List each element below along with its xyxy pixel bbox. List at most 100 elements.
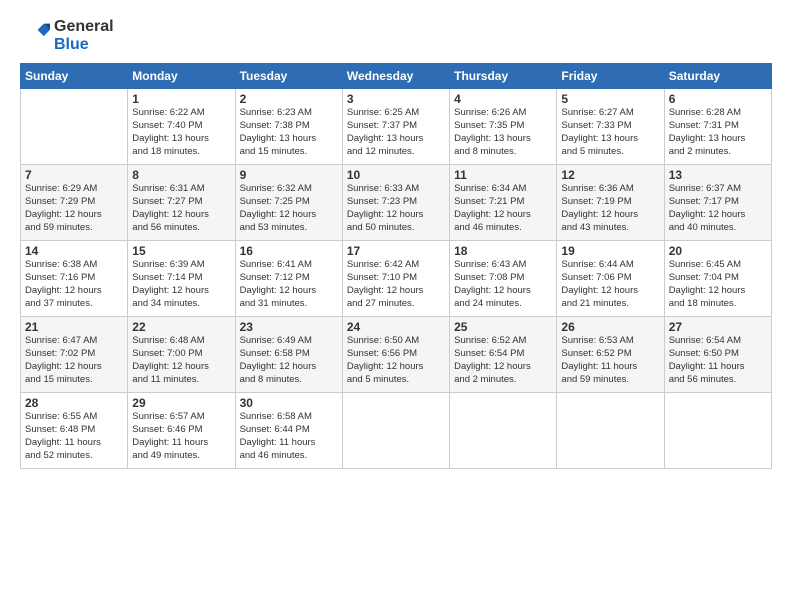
table-row: 8Sunrise: 6:31 AM Sunset: 7:27 PM Daylig… bbox=[128, 165, 235, 241]
day-number: 16 bbox=[240, 244, 338, 258]
table-row: 14Sunrise: 6:38 AM Sunset: 7:16 PM Dayli… bbox=[21, 241, 128, 317]
day-info: Sunrise: 6:31 AM Sunset: 7:27 PM Dayligh… bbox=[132, 183, 230, 234]
day-number: 27 bbox=[669, 320, 767, 334]
day-number: 4 bbox=[454, 92, 552, 106]
day-number: 3 bbox=[347, 92, 445, 106]
table-row: 4Sunrise: 6:26 AM Sunset: 7:35 PM Daylig… bbox=[450, 89, 557, 165]
day-info: Sunrise: 6:50 AM Sunset: 6:56 PM Dayligh… bbox=[347, 335, 445, 386]
day-number: 23 bbox=[240, 320, 338, 334]
day-number: 14 bbox=[25, 244, 123, 258]
table-row bbox=[450, 393, 557, 469]
day-number: 7 bbox=[25, 168, 123, 182]
table-row: 28Sunrise: 6:55 AM Sunset: 6:48 PM Dayli… bbox=[21, 393, 128, 469]
day-info: Sunrise: 6:52 AM Sunset: 6:54 PM Dayligh… bbox=[454, 335, 552, 386]
day-number: 18 bbox=[454, 244, 552, 258]
table-row: 17Sunrise: 6:42 AM Sunset: 7:10 PM Dayli… bbox=[342, 241, 449, 317]
table-row: 20Sunrise: 6:45 AM Sunset: 7:04 PM Dayli… bbox=[664, 241, 771, 317]
table-row: 21Sunrise: 6:47 AM Sunset: 7:02 PM Dayli… bbox=[21, 317, 128, 393]
day-number: 26 bbox=[561, 320, 659, 334]
day-info: Sunrise: 6:23 AM Sunset: 7:38 PM Dayligh… bbox=[240, 107, 338, 158]
col-monday: Monday bbox=[128, 64, 235, 89]
table-row: 12Sunrise: 6:36 AM Sunset: 7:19 PM Dayli… bbox=[557, 165, 664, 241]
day-info: Sunrise: 6:27 AM Sunset: 7:33 PM Dayligh… bbox=[561, 107, 659, 158]
calendar-week-row: 21Sunrise: 6:47 AM Sunset: 7:02 PM Dayli… bbox=[21, 317, 772, 393]
day-number: 19 bbox=[561, 244, 659, 258]
day-number: 22 bbox=[132, 320, 230, 334]
day-info: Sunrise: 6:33 AM Sunset: 7:23 PM Dayligh… bbox=[347, 183, 445, 234]
logo-icon bbox=[22, 19, 50, 47]
table-row bbox=[557, 393, 664, 469]
day-number: 10 bbox=[347, 168, 445, 182]
page: General Blue Sunday Monday Tuesday Wedne… bbox=[0, 0, 792, 612]
col-wednesday: Wednesday bbox=[342, 64, 449, 89]
day-number: 1 bbox=[132, 92, 230, 106]
logo-general: General bbox=[54, 18, 114, 35]
day-info: Sunrise: 6:43 AM Sunset: 7:08 PM Dayligh… bbox=[454, 259, 552, 310]
calendar-table: Sunday Monday Tuesday Wednesday Thursday… bbox=[20, 63, 772, 469]
day-number: 2 bbox=[240, 92, 338, 106]
day-info: Sunrise: 6:54 AM Sunset: 6:50 PM Dayligh… bbox=[669, 335, 767, 386]
table-row: 11Sunrise: 6:34 AM Sunset: 7:21 PM Dayli… bbox=[450, 165, 557, 241]
col-friday: Friday bbox=[557, 64, 664, 89]
table-row: 13Sunrise: 6:37 AM Sunset: 7:17 PM Dayli… bbox=[664, 165, 771, 241]
day-info: Sunrise: 6:47 AM Sunset: 7:02 PM Dayligh… bbox=[25, 335, 123, 386]
calendar-week-row: 7Sunrise: 6:29 AM Sunset: 7:29 PM Daylig… bbox=[21, 165, 772, 241]
logo: General Blue bbox=[20, 18, 114, 53]
day-number: 17 bbox=[347, 244, 445, 258]
day-info: Sunrise: 6:28 AM Sunset: 7:31 PM Dayligh… bbox=[669, 107, 767, 158]
day-info: Sunrise: 6:25 AM Sunset: 7:37 PM Dayligh… bbox=[347, 107, 445, 158]
calendar-header-row: Sunday Monday Tuesday Wednesday Thursday… bbox=[21, 64, 772, 89]
logo-blue: Blue bbox=[54, 36, 89, 53]
day-info: Sunrise: 6:55 AM Sunset: 6:48 PM Dayligh… bbox=[25, 411, 123, 462]
day-info: Sunrise: 6:29 AM Sunset: 7:29 PM Dayligh… bbox=[25, 183, 123, 234]
day-info: Sunrise: 6:48 AM Sunset: 7:00 PM Dayligh… bbox=[132, 335, 230, 386]
day-info: Sunrise: 6:57 AM Sunset: 6:46 PM Dayligh… bbox=[132, 411, 230, 462]
day-number: 25 bbox=[454, 320, 552, 334]
table-row: 9Sunrise: 6:32 AM Sunset: 7:25 PM Daylig… bbox=[235, 165, 342, 241]
day-info: Sunrise: 6:53 AM Sunset: 6:52 PM Dayligh… bbox=[561, 335, 659, 386]
day-number: 30 bbox=[240, 396, 338, 410]
day-info: Sunrise: 6:42 AM Sunset: 7:10 PM Dayligh… bbox=[347, 259, 445, 310]
table-row: 29Sunrise: 6:57 AM Sunset: 6:46 PM Dayli… bbox=[128, 393, 235, 469]
col-saturday: Saturday bbox=[664, 64, 771, 89]
day-info: Sunrise: 6:41 AM Sunset: 7:12 PM Dayligh… bbox=[240, 259, 338, 310]
table-row: 24Sunrise: 6:50 AM Sunset: 6:56 PM Dayli… bbox=[342, 317, 449, 393]
table-row: 19Sunrise: 6:44 AM Sunset: 7:06 PM Dayli… bbox=[557, 241, 664, 317]
day-number: 29 bbox=[132, 396, 230, 410]
day-number: 6 bbox=[669, 92, 767, 106]
day-info: Sunrise: 6:44 AM Sunset: 7:06 PM Dayligh… bbox=[561, 259, 659, 310]
table-row: 7Sunrise: 6:29 AM Sunset: 7:29 PM Daylig… bbox=[21, 165, 128, 241]
day-info: Sunrise: 6:58 AM Sunset: 6:44 PM Dayligh… bbox=[240, 411, 338, 462]
day-info: Sunrise: 6:26 AM Sunset: 7:35 PM Dayligh… bbox=[454, 107, 552, 158]
day-number: 13 bbox=[669, 168, 767, 182]
table-row: 22Sunrise: 6:48 AM Sunset: 7:00 PM Dayli… bbox=[128, 317, 235, 393]
day-info: Sunrise: 6:36 AM Sunset: 7:19 PM Dayligh… bbox=[561, 183, 659, 234]
table-row: 26Sunrise: 6:53 AM Sunset: 6:52 PM Dayli… bbox=[557, 317, 664, 393]
day-info: Sunrise: 6:38 AM Sunset: 7:16 PM Dayligh… bbox=[25, 259, 123, 310]
table-row bbox=[342, 393, 449, 469]
col-tuesday: Tuesday bbox=[235, 64, 342, 89]
day-info: Sunrise: 6:32 AM Sunset: 7:25 PM Dayligh… bbox=[240, 183, 338, 234]
table-row: 5Sunrise: 6:27 AM Sunset: 7:33 PM Daylig… bbox=[557, 89, 664, 165]
table-row bbox=[21, 89, 128, 165]
table-row: 18Sunrise: 6:43 AM Sunset: 7:08 PM Dayli… bbox=[450, 241, 557, 317]
table-row: 10Sunrise: 6:33 AM Sunset: 7:23 PM Dayli… bbox=[342, 165, 449, 241]
day-number: 28 bbox=[25, 396, 123, 410]
day-info: Sunrise: 6:37 AM Sunset: 7:17 PM Dayligh… bbox=[669, 183, 767, 234]
table-row: 30Sunrise: 6:58 AM Sunset: 6:44 PM Dayli… bbox=[235, 393, 342, 469]
day-info: Sunrise: 6:45 AM Sunset: 7:04 PM Dayligh… bbox=[669, 259, 767, 310]
table-row: 1Sunrise: 6:22 AM Sunset: 7:40 PM Daylig… bbox=[128, 89, 235, 165]
day-number: 20 bbox=[669, 244, 767, 258]
day-number: 8 bbox=[132, 168, 230, 182]
day-info: Sunrise: 6:34 AM Sunset: 7:21 PM Dayligh… bbox=[454, 183, 552, 234]
day-number: 11 bbox=[454, 168, 552, 182]
calendar-week-row: 14Sunrise: 6:38 AM Sunset: 7:16 PM Dayli… bbox=[21, 241, 772, 317]
table-row: 6Sunrise: 6:28 AM Sunset: 7:31 PM Daylig… bbox=[664, 89, 771, 165]
day-number: 24 bbox=[347, 320, 445, 334]
calendar-week-row: 1Sunrise: 6:22 AM Sunset: 7:40 PM Daylig… bbox=[21, 89, 772, 165]
col-thursday: Thursday bbox=[450, 64, 557, 89]
day-number: 9 bbox=[240, 168, 338, 182]
table-row: 16Sunrise: 6:41 AM Sunset: 7:12 PM Dayli… bbox=[235, 241, 342, 317]
day-number: 15 bbox=[132, 244, 230, 258]
day-info: Sunrise: 6:49 AM Sunset: 6:58 PM Dayligh… bbox=[240, 335, 338, 386]
